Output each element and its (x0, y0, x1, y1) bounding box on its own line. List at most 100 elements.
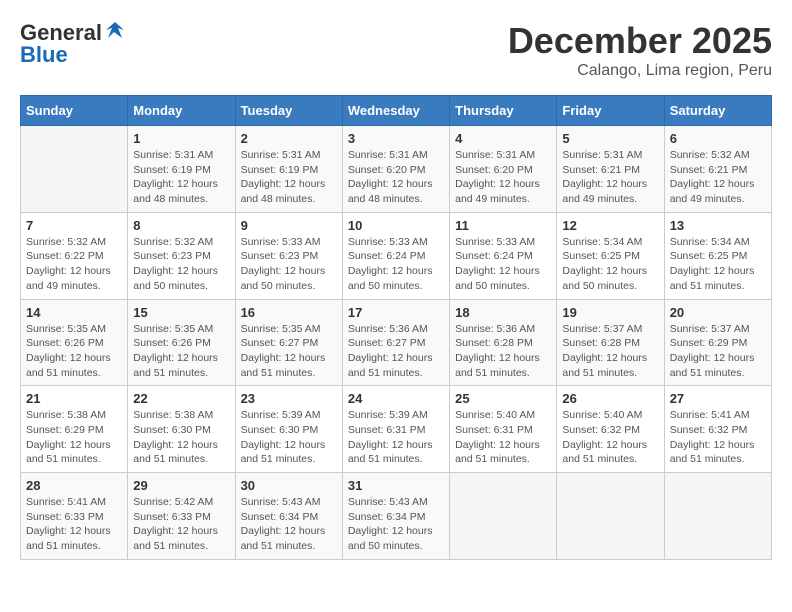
calendar-table: SundayMondayTuesdayWednesdayThursdayFrid… (20, 95, 772, 560)
calendar-cell: 21Sunrise: 5:38 AM Sunset: 6:29 PM Dayli… (21, 386, 128, 473)
day-info: Sunrise: 5:39 AM Sunset: 6:31 PM Dayligh… (348, 408, 444, 467)
day-number: 12 (562, 218, 658, 233)
day-number: 23 (241, 391, 337, 406)
calendar-cell: 8Sunrise: 5:32 AM Sunset: 6:23 PM Daylig… (128, 212, 235, 299)
day-number: 4 (455, 131, 551, 146)
day-number: 24 (348, 391, 444, 406)
day-info: Sunrise: 5:36 AM Sunset: 6:28 PM Dayligh… (455, 322, 551, 381)
day-info: Sunrise: 5:40 AM Sunset: 6:31 PM Dayligh… (455, 408, 551, 467)
day-info: Sunrise: 5:43 AM Sunset: 6:34 PM Dayligh… (241, 495, 337, 554)
calendar-cell: 16 Sunrise: 5:35 AM Sunset: 6:27 PM Dayli… (235, 299, 342, 386)
day-number: 18 (455, 305, 551, 320)
day-number: 30 (241, 478, 337, 493)
day-number: 15 (133, 305, 229, 320)
calendar-week-4: 21Sunrise: 5:38 AM Sunset: 6:29 PM Dayli… (21, 386, 772, 473)
page-header: General Blue December 2025 Calango, Lima… (20, 20, 772, 80)
calendar-cell: 12 Sunrise: 5:34 AM Sunset: 6:25 PM Dayli… (557, 212, 664, 299)
calendar-cell: 19Sunrise: 5:37 AM Sunset: 6:28 PM Dayli… (557, 299, 664, 386)
weekday-header-saturday: Saturday (664, 96, 771, 126)
calendar-cell: 4Sunrise: 5:31 AM Sunset: 6:20 PM Daylig… (450, 126, 557, 213)
day-number: 14 (26, 305, 122, 320)
calendar-cell: 18 Sunrise: 5:36 AM Sunset: 6:28 PM Dayli… (450, 299, 557, 386)
day-info: Sunrise: 5:31 AM Sunset: 6:21 PM Dayligh… (562, 148, 658, 207)
day-number: 31 (348, 478, 444, 493)
title-block: December 2025 Calango, Lima region, Peru (508, 20, 772, 80)
day-number: 17 (348, 305, 444, 320)
calendar-cell: 31 Sunrise: 5:43 AM Sunset: 6:34 PM Dayli… (342, 473, 449, 560)
location-text: Calango, Lima region, Peru (508, 62, 772, 80)
calendar-cell: 17 Sunrise: 5:36 AM Sunset: 6:27 PM Dayli… (342, 299, 449, 386)
calendar-cell (557, 473, 664, 560)
day-info: Sunrise: 5:31 AM Sunset: 6:20 PM Dayligh… (348, 148, 444, 207)
day-number: 13 (670, 218, 766, 233)
day-info: Sunrise: 5:38 AM Sunset: 6:30 PM Dayligh… (133, 408, 229, 467)
day-number: 7 (26, 218, 122, 233)
day-info: Sunrise: 5:31 AM Sunset: 6:19 PM Dayligh… (241, 148, 337, 207)
day-number: 3 (348, 131, 444, 146)
calendar-week-5: 28Sunrise: 5:41 AM Sunset: 6:33 PM Dayli… (21, 473, 772, 560)
day-number: 16 (241, 305, 337, 320)
day-info: Sunrise: 5:35 AM Sunset: 6:27 PM Dayligh… (241, 322, 337, 381)
calendar-cell: 29Sunrise: 5:42 AM Sunset: 6:33 PM Dayli… (128, 473, 235, 560)
day-number: 5 (562, 131, 658, 146)
calendar-cell (664, 473, 771, 560)
day-info: Sunrise: 5:35 AM Sunset: 6:26 PM Dayligh… (26, 322, 122, 381)
day-number: 27 (670, 391, 766, 406)
calendar-cell (450, 473, 557, 560)
day-info: Sunrise: 5:41 AM Sunset: 6:32 PM Dayligh… (670, 408, 766, 467)
day-number: 25 (455, 391, 551, 406)
day-info: Sunrise: 5:39 AM Sunset: 6:30 PM Dayligh… (241, 408, 337, 467)
weekday-header-wednesday: Wednesday (342, 96, 449, 126)
calendar-cell: 22 Sunrise: 5:38 AM Sunset: 6:30 PM Dayli… (128, 386, 235, 473)
day-info: Sunrise: 5:32 AM Sunset: 6:22 PM Dayligh… (26, 235, 122, 294)
day-info: Sunrise: 5:37 AM Sunset: 6:29 PM Dayligh… (670, 322, 766, 381)
calendar-cell: 27 Sunrise: 5:41 AM Sunset: 6:32 PM Dayli… (664, 386, 771, 473)
calendar-cell (21, 126, 128, 213)
day-info: Sunrise: 5:42 AM Sunset: 6:33 PM Dayligh… (133, 495, 229, 554)
day-info: Sunrise: 5:35 AM Sunset: 6:26 PM Dayligh… (133, 322, 229, 381)
calendar-week-1: 1Sunrise: 5:31 AM Sunset: 6:19 PM Daylig… (21, 126, 772, 213)
calendar-cell: 23 Sunrise: 5:39 AM Sunset: 6:30 PM Dayli… (235, 386, 342, 473)
calendar-cell: 24 Sunrise: 5:39 AM Sunset: 6:31 PM Dayli… (342, 386, 449, 473)
day-info: Sunrise: 5:43 AM Sunset: 6:34 PM Dayligh… (348, 495, 444, 554)
day-info: Sunrise: 5:36 AM Sunset: 6:27 PM Dayligh… (348, 322, 444, 381)
calendar-cell: 10Sunrise: 5:33 AM Sunset: 6:24 PM Dayli… (342, 212, 449, 299)
day-info: Sunrise: 5:32 AM Sunset: 6:21 PM Dayligh… (670, 148, 766, 207)
calendar-cell: 26 Sunrise: 5:40 AM Sunset: 6:32 PM Dayli… (557, 386, 664, 473)
day-info: Sunrise: 5:40 AM Sunset: 6:32 PM Dayligh… (562, 408, 658, 467)
calendar-cell: 5 Sunrise: 5:31 AM Sunset: 6:21 PM Daylig… (557, 126, 664, 213)
day-number: 2 (241, 131, 337, 146)
logo: General Blue (20, 20, 126, 68)
day-number: 22 (133, 391, 229, 406)
day-info: Sunrise: 5:33 AM Sunset: 6:24 PM Dayligh… (455, 235, 551, 294)
calendar-cell: 2 Sunrise: 5:31 AM Sunset: 6:19 PM Daylig… (235, 126, 342, 213)
calendar-week-2: 7 Sunrise: 5:32 AM Sunset: 6:22 PM Daylig… (21, 212, 772, 299)
day-info: Sunrise: 5:34 AM Sunset: 6:25 PM Dayligh… (670, 235, 766, 294)
day-number: 9 (241, 218, 337, 233)
day-number: 11 (455, 218, 551, 233)
calendar-cell: 13 Sunrise: 5:34 AM Sunset: 6:25 PM Dayli… (664, 212, 771, 299)
calendar-cell: 11 Sunrise: 5:33 AM Sunset: 6:24 PM Dayli… (450, 212, 557, 299)
day-info: Sunrise: 5:41 AM Sunset: 6:33 PM Dayligh… (26, 495, 122, 554)
calendar-cell: 3 Sunrise: 5:31 AM Sunset: 6:20 PM Daylig… (342, 126, 449, 213)
calendar-cell: 7 Sunrise: 5:32 AM Sunset: 6:22 PM Daylig… (21, 212, 128, 299)
calendar-cell: 1Sunrise: 5:31 AM Sunset: 6:19 PM Daylig… (128, 126, 235, 213)
day-info: Sunrise: 5:38 AM Sunset: 6:29 PM Dayligh… (26, 408, 122, 467)
month-title: December 2025 (508, 20, 772, 62)
weekday-header-friday: Friday (557, 96, 664, 126)
calendar-header: SundayMondayTuesdayWednesdayThursdayFrid… (21, 96, 772, 126)
day-info: Sunrise: 5:34 AM Sunset: 6:25 PM Dayligh… (562, 235, 658, 294)
weekday-header-monday: Monday (128, 96, 235, 126)
calendar-cell: 15 Sunrise: 5:35 AM Sunset: 6:26 PM Dayli… (128, 299, 235, 386)
day-number: 6 (670, 131, 766, 146)
calendar-cell: 25 Sunrise: 5:40 AM Sunset: 6:31 PM Dayli… (450, 386, 557, 473)
day-info: Sunrise: 5:37 AM Sunset: 6:28 PM Dayligh… (562, 322, 658, 381)
weekday-header-sunday: Sunday (21, 96, 128, 126)
day-number: 26 (562, 391, 658, 406)
weekday-header-tuesday: Tuesday (235, 96, 342, 126)
calendar-cell: 20Sunrise: 5:37 AM Sunset: 6:29 PM Dayli… (664, 299, 771, 386)
day-number: 8 (133, 218, 229, 233)
calendar-cell: 14 Sunrise: 5:35 AM Sunset: 6:26 PM Dayli… (21, 299, 128, 386)
day-info: Sunrise: 5:33 AM Sunset: 6:23 PM Dayligh… (241, 235, 337, 294)
calendar-cell: 9 Sunrise: 5:33 AM Sunset: 6:23 PM Daylig… (235, 212, 342, 299)
